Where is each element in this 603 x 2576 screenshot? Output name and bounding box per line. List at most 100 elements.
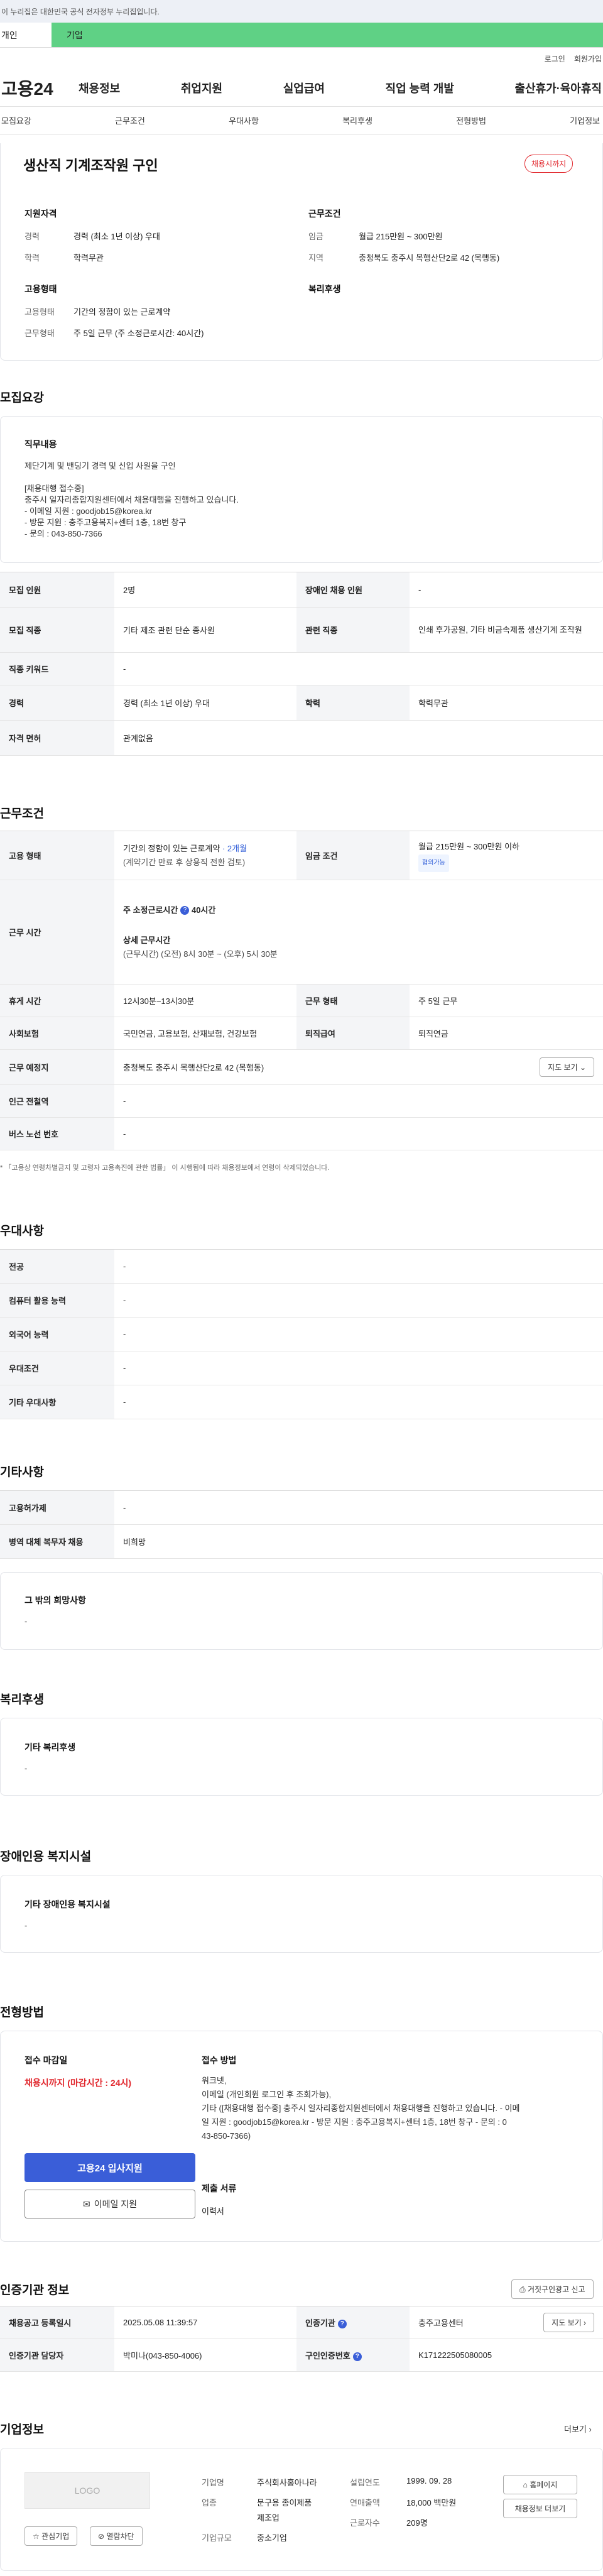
more-jobs-button[interactable]: 채용정보 더보기: [503, 2499, 577, 2518]
cert-map-button[interactable]: 지도 보기 ›: [543, 2313, 594, 2332]
industry-value-2: 제조업: [257, 2513, 280, 2523]
manager-value: 박미나(043-850-4006): [114, 2339, 296, 2372]
other-wishes-value: -: [24, 1617, 28, 1626]
help-icon[interactable]: ?: [180, 906, 190, 915]
job-summary-card: 생산직 기계조작원 구인 채용시까지 지원자격 경력 경력 (최소 1년 이상)…: [0, 143, 603, 361]
pref-label: 전공: [0, 1249, 114, 1284]
summary-career-label: 경력: [24, 232, 40, 241]
map-button-label: 지도 보기: [551, 2318, 582, 2327]
join-link[interactable]: 회원가입: [574, 53, 602, 64]
established-label: 설립연도: [350, 2478, 380, 2487]
etc-table: 고용허가제 - 병역 대체 복무자 채용 비희망: [0, 1490, 603, 1559]
etc-value: 비희망: [114, 1524, 603, 1559]
chevron-down-icon: ⌄: [579, 1063, 586, 1072]
method-line: 일 지원 : goodjob15@korea.kr - 방문 지원 : 충주고용…: [202, 2117, 507, 2127]
favorite-company-button[interactable]: ☆ 관심기업: [24, 2526, 78, 2546]
job-category-label: 모집 직종: [0, 607, 114, 653]
welfare-section-title: 복리후생: [0, 1693, 44, 1706]
anchor-work[interactable]: 근무조건: [115, 114, 145, 126]
industry-value-1: 문구용 종이제품: [257, 2498, 312, 2508]
cert-org-label: 인증기관: [305, 2318, 335, 2328]
anchor-preference[interactable]: 우대사항: [229, 114, 259, 126]
report-label: 거짓구인광고 신고: [527, 2285, 585, 2294]
gov-banner: 이 누리집은 대한민국 공식 전자정부 누리집입니다.: [0, 0, 603, 23]
page-root: 이 누리집은 대한민국 공식 전자정부 누리집입니다. 개인 기업 로그인 회원…: [0, 0, 603, 2576]
homepage-button[interactable]: ⌂ 홈페이지: [503, 2475, 577, 2494]
summary-edu-label: 학력: [24, 253, 40, 263]
false-ad-report-button[interactable]: ⎙ 거짓구인광고 신고: [511, 2279, 594, 2299]
company-section-title: 기업정보: [0, 2423, 44, 2437]
method-line: 43-850-7366): [202, 2131, 251, 2141]
break-time-value: 12시30분~13시30분: [114, 984, 296, 1017]
process-card: 접수 마감일 채용시까지 (마감시간 : 24시) 고용24 입사지원 ✉ 이메일…: [0, 2031, 603, 2242]
tab-corporate[interactable]: 기업: [52, 23, 603, 47]
anchor-welfare[interactable]: 복리후생: [342, 114, 372, 126]
company-name-value: 주식회사홍아나라: [257, 2478, 317, 2487]
reg-date-label: 채용공고 등록일시: [0, 2306, 114, 2339]
gov-banner-text: 이 누리집은 대한민국 공식 전자정부 누리집입니다.: [1, 7, 160, 16]
tab-individual[interactable]: 개인: [0, 23, 52, 47]
site-logo[interactable]: 고용24: [0, 75, 79, 101]
disabled-facility-box-title: 기타 장애인용 복지시설: [24, 1899, 111, 1909]
duty-line: - 문의 : 043-850-7366: [24, 529, 102, 538]
summary-region-label: 지역: [308, 253, 323, 263]
gnb-item-parental-leave[interactable]: 출산휴가·육아휴직: [515, 80, 602, 96]
pref-label: 외국어 능력: [0, 1317, 114, 1351]
keyword-value: -: [114, 652, 603, 685]
job-category-value: 기타 제조 관련 단순 종사원: [114, 607, 296, 653]
anchor-recruit[interactable]: 모집요강: [1, 114, 31, 126]
welfare-card: 기타 복리후생 -: [0, 1718, 603, 1796]
employee-count-value: 209명: [406, 2518, 428, 2528]
duty-title: 직무내용: [24, 439, 57, 449]
work-hours-label: 근무 시간: [0, 880, 114, 985]
emp-type-label: 고용 형태: [0, 831, 114, 880]
work-form-value: 주 5일 근무: [410, 984, 603, 1017]
gnb-item-employment-support[interactable]: 취업지원: [181, 80, 222, 96]
workplace-map-button[interactable]: 지도 보기 ⌄: [540, 1057, 594, 1077]
career-value: 경력 (최소 1년 이상) 우대: [114, 685, 296, 721]
help-icon[interactable]: ?: [337, 2319, 347, 2328]
cert-no-value: K171222505080005: [410, 2339, 603, 2372]
duty-line: - 이메일 지원 : goodjob15@korea.kr: [24, 506, 153, 516]
headcount-value: 2명: [114, 572, 296, 608]
member-type-tabs: 개인 기업: [0, 23, 603, 48]
emp-period: · 2개월: [222, 843, 247, 853]
welfare-title: 복리후생: [308, 284, 341, 294]
cert-section-title: 인증기관 정보: [0, 2284, 70, 2297]
block-view-button[interactable]: ⊘ 열람차단: [90, 2526, 143, 2546]
etc-label: 고용허가제: [0, 1490, 114, 1525]
preference-section-title: 우대사항: [0, 1225, 44, 1238]
summary-emp-label: 고용형태: [24, 307, 55, 317]
workplace-label: 근무 예정지: [0, 1049, 114, 1085]
conditions-title: 근무조건: [308, 209, 341, 219]
company-more-link[interactable]: 더보기 ›: [564, 2423, 592, 2435]
favorite-label: 관심기업: [41, 2532, 70, 2541]
method-line: 워크넷,: [202, 2076, 227, 2085]
email-apply-label: 이메일 지원: [94, 2199, 138, 2209]
gnb-item-unemployment-benefit[interactable]: 실업급여: [283, 80, 325, 96]
workplace-value: 충청북도 충주시 목행산단2로 42 (목행동): [123, 1063, 264, 1072]
pref-label: 컴퓨터 활용 능력: [0, 1283, 114, 1318]
login-link[interactable]: 로그인: [545, 53, 565, 64]
disabled-hire-label: 장애인 채용 인원: [296, 572, 410, 608]
apply-button[interactable]: 고용24 입사지원: [24, 2153, 195, 2182]
anchor-company[interactable]: 기업정보: [570, 114, 600, 126]
report-icon: ⎙: [519, 2285, 526, 2294]
gnb-item-skill-development[interactable]: 직업 능력 개발: [386, 80, 454, 96]
mail-icon: ✉: [82, 2198, 90, 2209]
chevron-right-icon: ›: [589, 2425, 592, 2434]
more-label: 더보기: [564, 2425, 587, 2434]
education-label: 학력: [296, 685, 410, 721]
work-section-title: 근무조건: [0, 807, 44, 821]
map-button-label: 지도 보기: [548, 1063, 578, 1072]
disabled-hire-value: -: [410, 572, 603, 608]
block-label: 열람차단: [106, 2532, 134, 2541]
summary-edu-value: 학력무관: [73, 253, 104, 263]
employment-type-title: 고용형태: [24, 284, 57, 294]
email-apply-button[interactable]: ✉ 이메일 지원: [24, 2190, 195, 2219]
help-icon[interactable]: ?: [352, 2352, 362, 2361]
method-line: 이메일 (개인회원 로그인 후 조회가능),: [202, 2090, 332, 2099]
gnb-item-jobs[interactable]: 채용정보: [79, 80, 120, 96]
anchor-process[interactable]: 전형방법: [456, 114, 486, 126]
home-icon: ⌂: [523, 2480, 528, 2489]
